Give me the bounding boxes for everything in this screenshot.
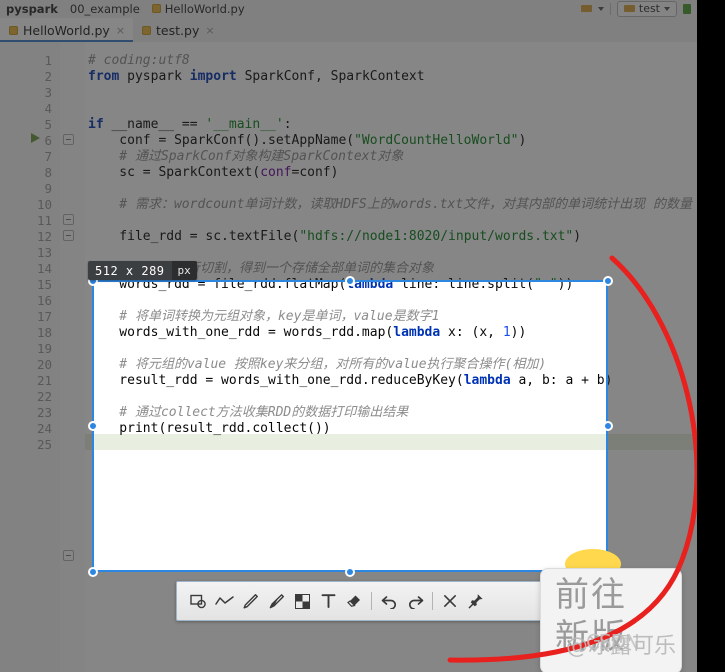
watermark-author: @冰露可乐	[566, 634, 677, 659]
selection-handle-tr[interactable]	[603, 276, 613, 286]
shape-tool-icon[interactable]	[185, 588, 211, 614]
annotation-toolbar[interactable]	[176, 581, 542, 621]
popup-line-1: 前往	[555, 575, 627, 615]
capture-dim-right	[608, 280, 697, 572]
selection-handle-bc[interactable]	[345, 567, 355, 577]
line-tool-icon[interactable]	[211, 588, 237, 614]
eraser-tool-icon[interactable]	[341, 588, 367, 614]
capture-dim-top	[0, 0, 697, 280]
mosaic-tool-icon[interactable]	[289, 588, 315, 614]
pin-icon[interactable]	[463, 588, 489, 614]
marker-tool-icon[interactable]	[263, 588, 289, 614]
screen-edge-strip	[697, 0, 725, 672]
selection-handle-tc[interactable]	[345, 276, 355, 286]
capture-selection-box[interactable]	[92, 280, 608, 572]
selection-handle-bl[interactable]	[88, 567, 98, 577]
close-icon[interactable]	[437, 588, 463, 614]
text-tool-icon[interactable]	[315, 588, 341, 614]
toolbar-separator	[371, 592, 372, 610]
redo-icon[interactable]	[402, 588, 428, 614]
selection-handle-mr[interactable]	[603, 421, 613, 431]
toolbar-separator	[432, 592, 433, 610]
pencil-tool-icon[interactable]	[237, 588, 263, 614]
capture-dim-left	[0, 280, 92, 572]
selection-handle-ml[interactable]	[88, 421, 98, 431]
undo-icon[interactable]	[376, 588, 402, 614]
capture-size-badge: 512 x 289 px	[88, 261, 197, 280]
ide-window: pyspark 00_example HelloWorld.py test He…	[0, 0, 697, 672]
capture-size-value: 512 x 289	[88, 261, 172, 280]
capture-size-unit: px	[171, 261, 197, 280]
